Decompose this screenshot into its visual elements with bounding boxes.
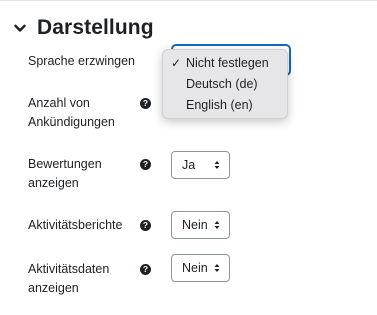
- show-grades-label-line2: anzeigen: [28, 176, 79, 190]
- news-items-help-icon[interactable]: ?: [140, 98, 151, 109]
- news-items-label-line2: Ankündigungen: [28, 115, 115, 129]
- select-caret-icon: [214, 264, 220, 272]
- activity-reports-value: Nein: [182, 218, 208, 232]
- dropdown-option-label: Deutsch (de): [186, 77, 258, 91]
- dropdown-option-english[interactable]: English (en): [163, 95, 287, 116]
- course-settings-page: Darstellung Sprache erzwingen Anzahl von…: [0, 0, 377, 315]
- activity-dates-value: Nein: [182, 261, 208, 275]
- show-grades-select[interactable]: Ja: [171, 151, 230, 179]
- activity-dates-label-line2: anzeigen: [28, 281, 79, 295]
- activity-dates-label-line1: Aktivitätsdaten: [28, 262, 110, 276]
- show-grades-help-icon[interactable]: ?: [140, 159, 151, 170]
- news-items-label-line1: Anzahl von: [28, 96, 90, 110]
- activity-dates-label: Aktivitätsdaten anzeigen: [28, 260, 109, 298]
- activity-reports-label: Aktivitätsberichte: [28, 218, 123, 232]
- section-title: Darstellung: [37, 16, 154, 39]
- show-grades-label-line1: Bewertungen: [28, 157, 102, 171]
- dropdown-option-label: English (en): [186, 98, 253, 112]
- dropdown-option-label: Nicht festlegen: [186, 56, 269, 70]
- show-grades-label: Bewertungen anzeigen: [28, 155, 102, 193]
- news-items-label: Anzahl von Ankündigungen: [28, 94, 115, 132]
- activity-dates-select[interactable]: Nein: [171, 254, 230, 282]
- divider: [0, 0, 377, 1]
- activity-dates-help-icon[interactable]: ?: [140, 264, 151, 275]
- dropdown-option-deutsch[interactable]: Deutsch (de): [163, 74, 287, 95]
- activity-reports-select[interactable]: Nein: [171, 211, 230, 239]
- show-grades-value: Ja: [182, 158, 196, 172]
- checkmark-icon: ✓: [171, 56, 182, 70]
- force-language-label: Sprache erzwingen: [28, 54, 136, 68]
- force-language-dropdown: ✓ Nicht festlegen Deutsch (de) English (…: [162, 49, 288, 119]
- chevron-down-icon[interactable]: [14, 24, 26, 33]
- section-header-darstellung[interactable]: Darstellung: [14, 14, 154, 42]
- activity-reports-help-icon[interactable]: ?: [140, 220, 151, 231]
- select-caret-icon: [214, 161, 220, 169]
- select-caret-icon: [214, 221, 220, 229]
- dropdown-option-nicht-festlegen[interactable]: ✓ Nicht festlegen: [163, 53, 287, 74]
